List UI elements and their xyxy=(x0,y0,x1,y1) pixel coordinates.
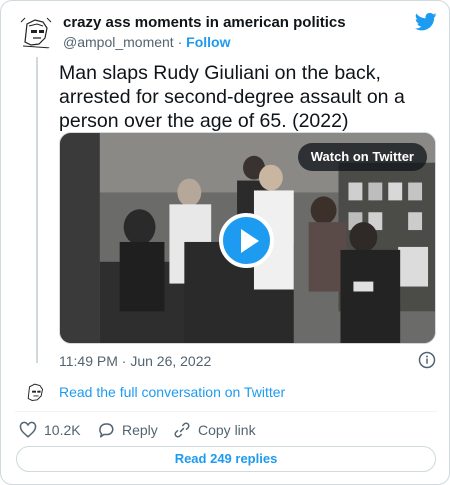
link-icon xyxy=(174,422,190,438)
author-handle-line: @ampol_moment · Follow xyxy=(63,34,230,50)
tweet-timestamp[interactable]: 11:49 PM · Jun 26, 2022 xyxy=(59,353,211,369)
separator-dot: · xyxy=(177,34,183,50)
author-display-name[interactable]: crazy ass moments in american politics xyxy=(63,14,346,31)
author-handle[interactable]: @ampol_moment xyxy=(63,34,174,50)
tweet-text: Man slaps Rudy Giuliani on the back, arr… xyxy=(59,62,405,132)
heart-icon xyxy=(19,421,37,438)
divider xyxy=(15,411,437,412)
embedded-tweet-card: crazy ass moments in american politics @… xyxy=(0,0,450,485)
conversation-avatar xyxy=(23,379,49,405)
author-avatar[interactable] xyxy=(17,12,57,52)
read-replies-button[interactable]: Read 249 replies xyxy=(16,446,436,472)
follow-link[interactable]: Follow xyxy=(186,34,230,50)
reply-action[interactable]: Reply xyxy=(97,420,158,440)
play-icon[interactable] xyxy=(219,213,274,268)
copy-link-action[interactable]: Copy link xyxy=(173,420,256,440)
copy-link-label: Copy link xyxy=(198,422,256,438)
like-count: 10.2K xyxy=(44,422,81,438)
reply-label: Reply xyxy=(122,422,158,438)
watch-on-twitter-button[interactable]: Watch on Twitter xyxy=(297,143,427,171)
reply-bubble-icon xyxy=(99,423,114,438)
info-icon[interactable] xyxy=(418,351,436,369)
read-conversation-link[interactable]: Read the full conversation on Twitter xyxy=(59,384,285,400)
like-action[interactable]: 10.2K xyxy=(19,420,81,440)
thread-line xyxy=(36,57,38,363)
video-media[interactable]: Watch on Twitter xyxy=(59,132,436,344)
twitter-bird-icon[interactable] xyxy=(415,12,437,32)
